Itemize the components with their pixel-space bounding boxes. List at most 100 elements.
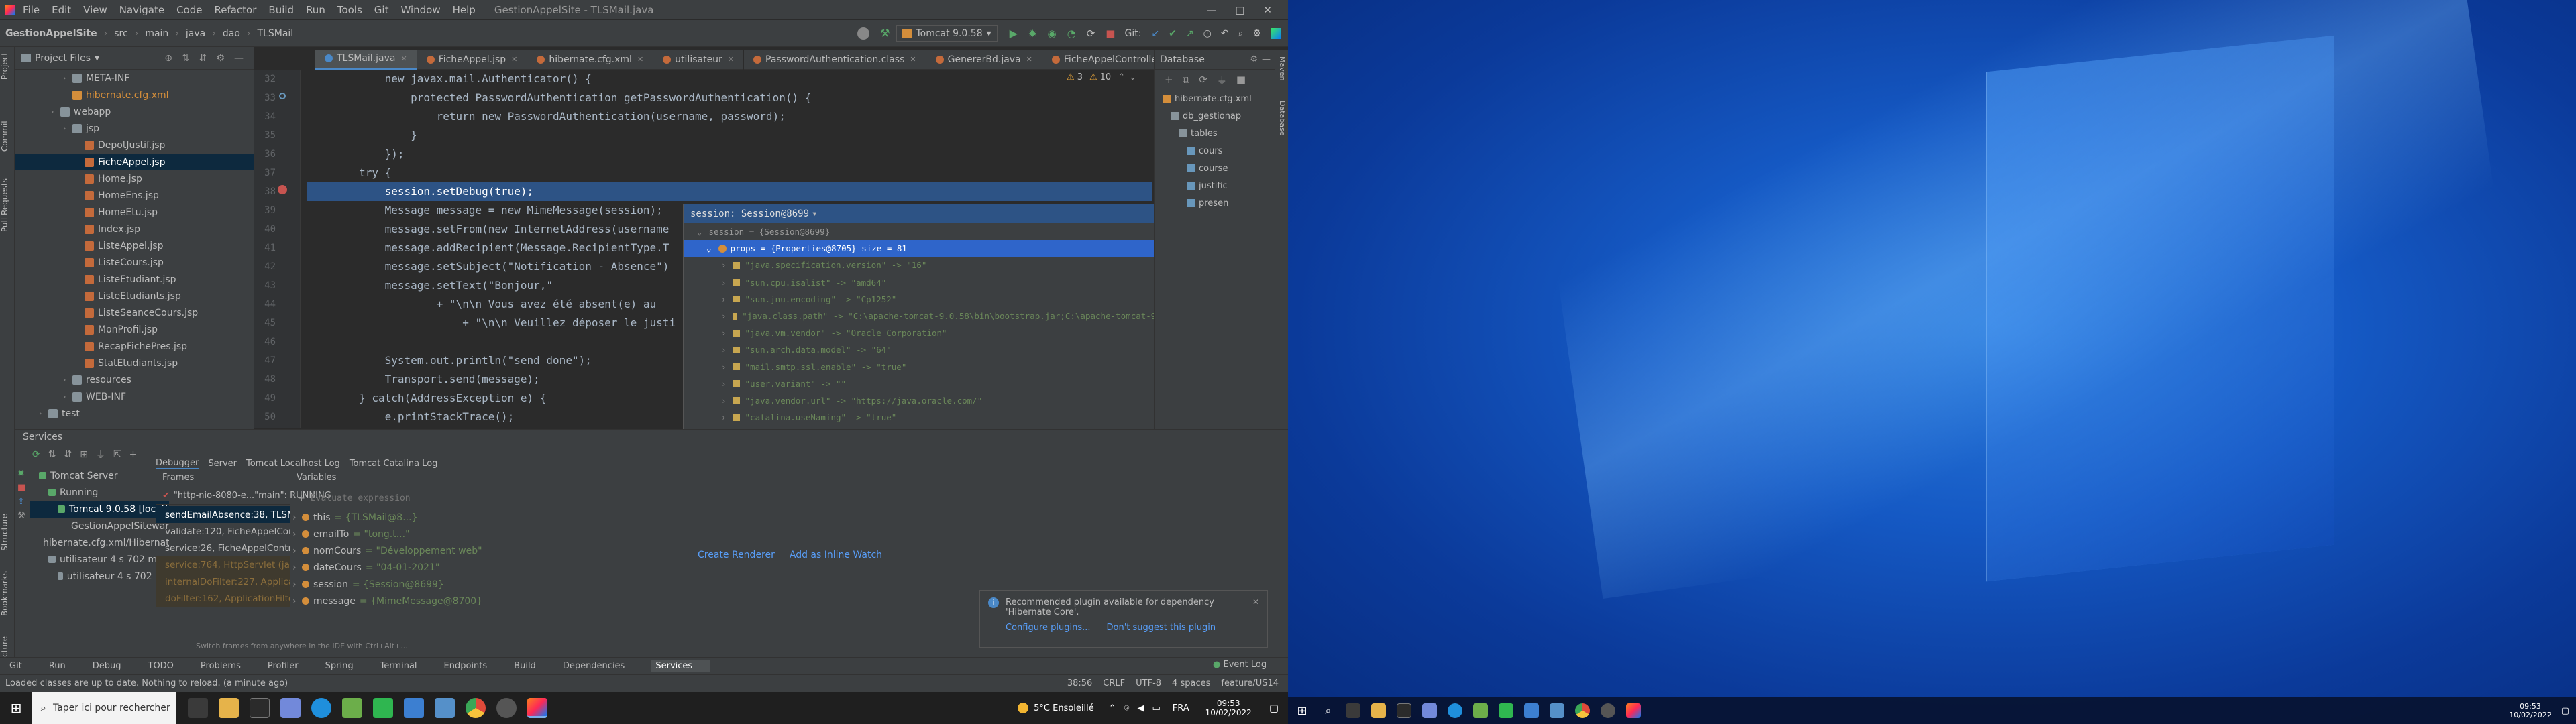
git-rollback-icon[interactable]: ↶ (1221, 28, 1229, 39)
breadcrumb-item[interactable]: TLSMail (258, 28, 294, 39)
edge-icon[interactable] (1448, 703, 1462, 718)
services-tree-item[interactable]: utilisateur 4 s 702 ms (30, 568, 169, 585)
search-everywhere-icon[interactable]: ⌕ (1238, 28, 1244, 39)
run-icon[interactable]: ▶ (1010, 27, 1018, 40)
variable-row[interactable]: › message = {MimeMessage@8700} (292, 593, 507, 609)
tool-window-pull-requests[interactable]: Pull Requests (0, 178, 9, 232)
chevron-right-icon[interactable]: › (721, 328, 727, 338)
configure-plugins-link[interactable]: Configure plugins... (1006, 623, 1091, 633)
update-icon[interactable]: ⟳ (1087, 27, 1095, 40)
stack-frame[interactable]: service:764, HttpServlet (javax.servlet.… (156, 556, 290, 573)
notepad-icon[interactable] (342, 698, 362, 718)
menu-item-git[interactable]: Git (374, 4, 389, 16)
menu-item-help[interactable]: Help (453, 4, 476, 16)
intellij-icon[interactable] (1626, 703, 1641, 718)
add-icon[interactable]: + (129, 449, 138, 460)
database-tree-item[interactable]: db_gestionap (1155, 107, 1288, 125)
variable-row[interactable]: › this = {TLSMail@8...} (292, 509, 507, 526)
tray-arrow-icon[interactable]: ⌃ (1109, 703, 1116, 713)
tool-window-bookmarks[interactable]: Bookmarks (0, 571, 9, 616)
chevron-right-icon[interactable]: › (721, 412, 727, 422)
stack-frame[interactable]: validate:120, FicheAppelController (ctrl… (156, 523, 290, 540)
services-tree-item[interactable]: Tomcat 9.0.58 [local] (30, 501, 169, 518)
app-icon[interactable] (404, 698, 424, 718)
git-commit-icon[interactable]: ✔ (1169, 28, 1177, 39)
database-tree-item[interactable]: cours (1155, 142, 1288, 160)
chevron-icon[interactable]: › (39, 409, 48, 418)
add-inline-watch-link[interactable]: Add as Inline Watch (790, 550, 882, 560)
menu-item-build[interactable]: Build (268, 4, 294, 16)
chevron-icon[interactable]: › (63, 124, 72, 133)
chevron-icon[interactable]: › (63, 74, 72, 82)
stack-frame[interactable]: doFilter:162, ApplicationFilterChain (or… (156, 590, 290, 607)
thread-selector[interactable]: ✔ "http-nio-8080-e..."main": RUNNING (156, 487, 331, 505)
database-tree-item[interactable]: course (1155, 160, 1288, 177)
close-icon[interactable]: ✕ (400, 54, 407, 63)
windows-start-icon[interactable]: ⊞ (0, 692, 32, 724)
status-item[interactable]: 38:56 (1067, 678, 1092, 688)
services-tree-item[interactable]: Running (30, 484, 169, 501)
bottom-tool-run[interactable]: Run (49, 661, 79, 671)
chevron-down-icon[interactable]: ⌄ (697, 227, 702, 237)
intellij-icon[interactable] (527, 698, 547, 718)
notifications-icon[interactable]: ▢ (1269, 702, 1279, 714)
tool-window-database[interactable]: Database (1278, 101, 1287, 136)
override-marker-icon[interactable] (279, 93, 286, 99)
chevron-right-icon[interactable]: › (292, 546, 302, 556)
user-icon[interactable] (857, 27, 870, 40)
chevron-right-icon[interactable]: › (721, 396, 727, 406)
coverage-icon[interactable]: ◉ (1048, 27, 1057, 40)
editor-tab[interactable]: GenererBd.java ✕ (926, 49, 1042, 70)
breadcrumb-item[interactable]: main (145, 28, 168, 39)
editor-tab[interactable]: FicheAppel.jsp ✕ (417, 49, 528, 70)
editor-tab[interactable]: hibernate.cfg.xml ✕ (527, 49, 654, 70)
close-icon[interactable]: ✕ (637, 55, 643, 64)
chevron-right-icon[interactable]: › (721, 294, 727, 304)
bottom-tool-todo[interactable]: TODO (148, 661, 187, 671)
bottom-tool-problems[interactable]: Problems (201, 661, 254, 671)
variable-row[interactable]: › session = {Session@8699} (292, 576, 507, 593)
tool-window-commit[interactable]: Commit (0, 120, 9, 152)
bottom-tool-profiler[interactable]: Profiler (268, 661, 312, 671)
chevron-right-icon[interactable]: › (721, 278, 727, 288)
status-item[interactable]: UTF-8 (1136, 678, 1161, 688)
filter-icon[interactable]: ⏚ (96, 448, 105, 461)
menu-item-code[interactable]: Code (176, 4, 202, 16)
minimize-icon[interactable]: — (1206, 4, 1216, 16)
breadcrumb-item[interactable]: src (114, 28, 127, 39)
chevron-icon[interactable]: › (63, 375, 72, 384)
file-explorer-icon[interactable] (219, 698, 239, 718)
project-tree-item[interactable]: › test (15, 405, 254, 422)
breakpoint-icon[interactable] (278, 185, 287, 194)
event-log-button[interactable]: ● Event Log (1213, 660, 1267, 670)
project-tree-item[interactable]: StatEtudiants.jsp (15, 355, 254, 371)
deploy-icon[interactable]: ⇪ (17, 497, 27, 507)
network-icon[interactable]: ⌾ (1124, 703, 1130, 713)
project-tree-item[interactable]: ListeEtudiant.jsp (15, 271, 254, 288)
refresh-icon[interactable]: ⟳ (1199, 74, 1208, 86)
git-update-icon[interactable]: ↙ (1151, 28, 1159, 39)
search-icon[interactable]: ⌕ (1316, 704, 1340, 717)
notepad-icon[interactable] (1473, 703, 1488, 718)
chevron-right-icon[interactable]: › (721, 311, 727, 321)
chevron-right-icon[interactable]: › (292, 579, 302, 590)
hide-icon[interactable]: — (1262, 54, 1271, 64)
collapse-all-icon[interactable]: ⇵ (199, 53, 207, 64)
tool-window-project[interactable]: Project (0, 52, 9, 80)
dont-suggest-link[interactable]: Don't suggest this plugin (1107, 623, 1216, 633)
taskbar-search[interactable]: ⌕ Taper ici pour rechercher (32, 692, 176, 724)
settings-icon[interactable] (1601, 703, 1615, 718)
project-tree-item[interactable]: ListeCours.jsp (15, 254, 254, 271)
project-tree-item[interactable]: HomeEns.jsp (15, 187, 254, 204)
editor-tab[interactable]: TLSMail.java ✕ (315, 49, 417, 70)
breadcrumb-item[interactable]: GestionAppelSite (5, 28, 97, 39)
refresh-icon[interactable]: ⟳ (32, 449, 40, 460)
edge-icon[interactable] (311, 698, 331, 718)
variable-row[interactable]: › nomCours = "Développement web" (292, 542, 507, 559)
chevron-right-icon[interactable]: › (721, 379, 727, 389)
project-tree-item[interactable]: DepotJustif.jsp (15, 137, 254, 154)
bottom-tool-build[interactable]: Build (514, 661, 549, 671)
gear-icon[interactable]: ⚙ (1250, 54, 1258, 64)
editor-tab[interactable]: utilisateur ✕ (653, 49, 745, 70)
chevron-right-icon[interactable]: › (721, 345, 727, 355)
